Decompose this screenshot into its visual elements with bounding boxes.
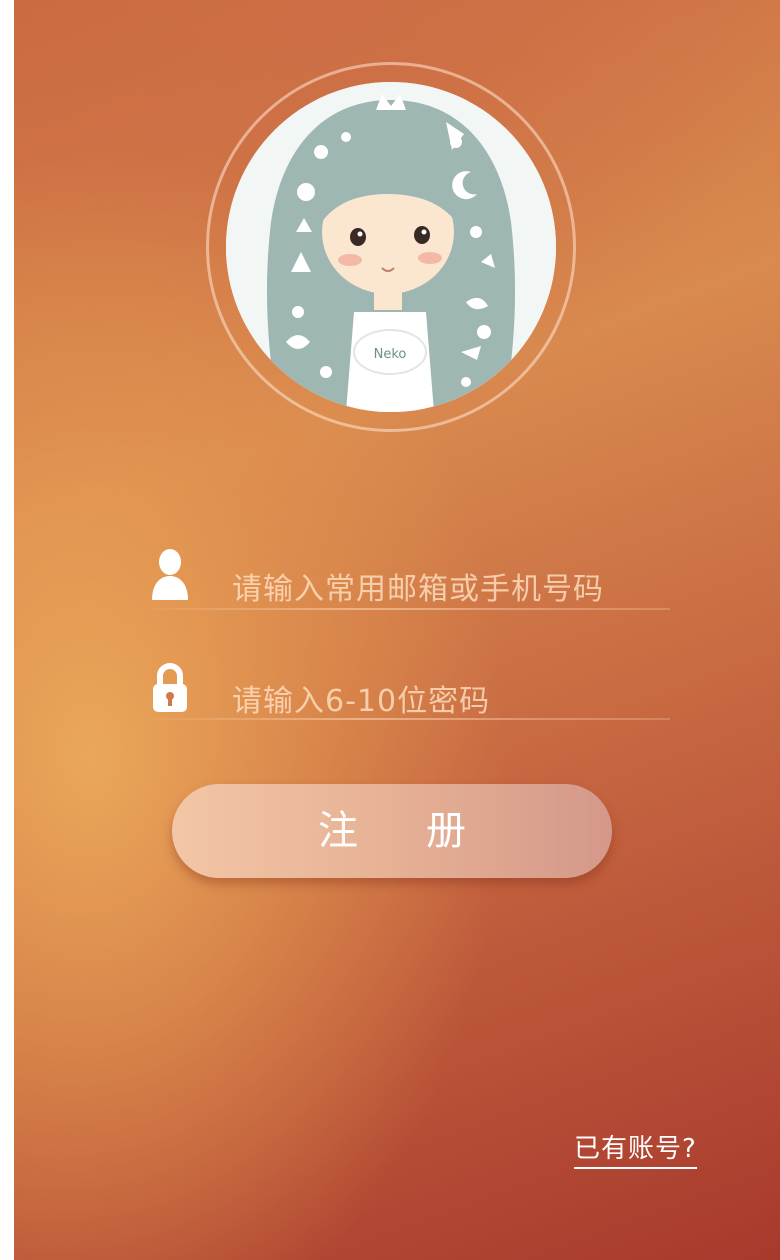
user-icon (152, 549, 188, 600)
avatar-badge: Neko (374, 347, 407, 362)
username-field[interactable]: 请输入常用邮箱或手机号码 (150, 540, 670, 610)
username-input[interactable]: 请输入常用邮箱或手机号码 (232, 564, 604, 608)
lock-icon (153, 663, 187, 712)
avatar: Neko (226, 82, 556, 412)
avatar-girl-illustration: Neko (226, 82, 556, 412)
password-input[interactable]: 请输入6-10位密码 (232, 676, 490, 720)
register-button[interactable]: 注册 (172, 784, 612, 878)
register-screen: Neko 请输入常用邮箱或手机号码 请输入6-10位密码 注册 已有账号? (14, 0, 780, 1260)
have-account-link[interactable]: 已有账号? (574, 1128, 697, 1169)
password-underline (150, 718, 670, 720)
password-field[interactable]: 请输入6-10位密码 (150, 656, 670, 726)
username-underline (150, 608, 670, 610)
